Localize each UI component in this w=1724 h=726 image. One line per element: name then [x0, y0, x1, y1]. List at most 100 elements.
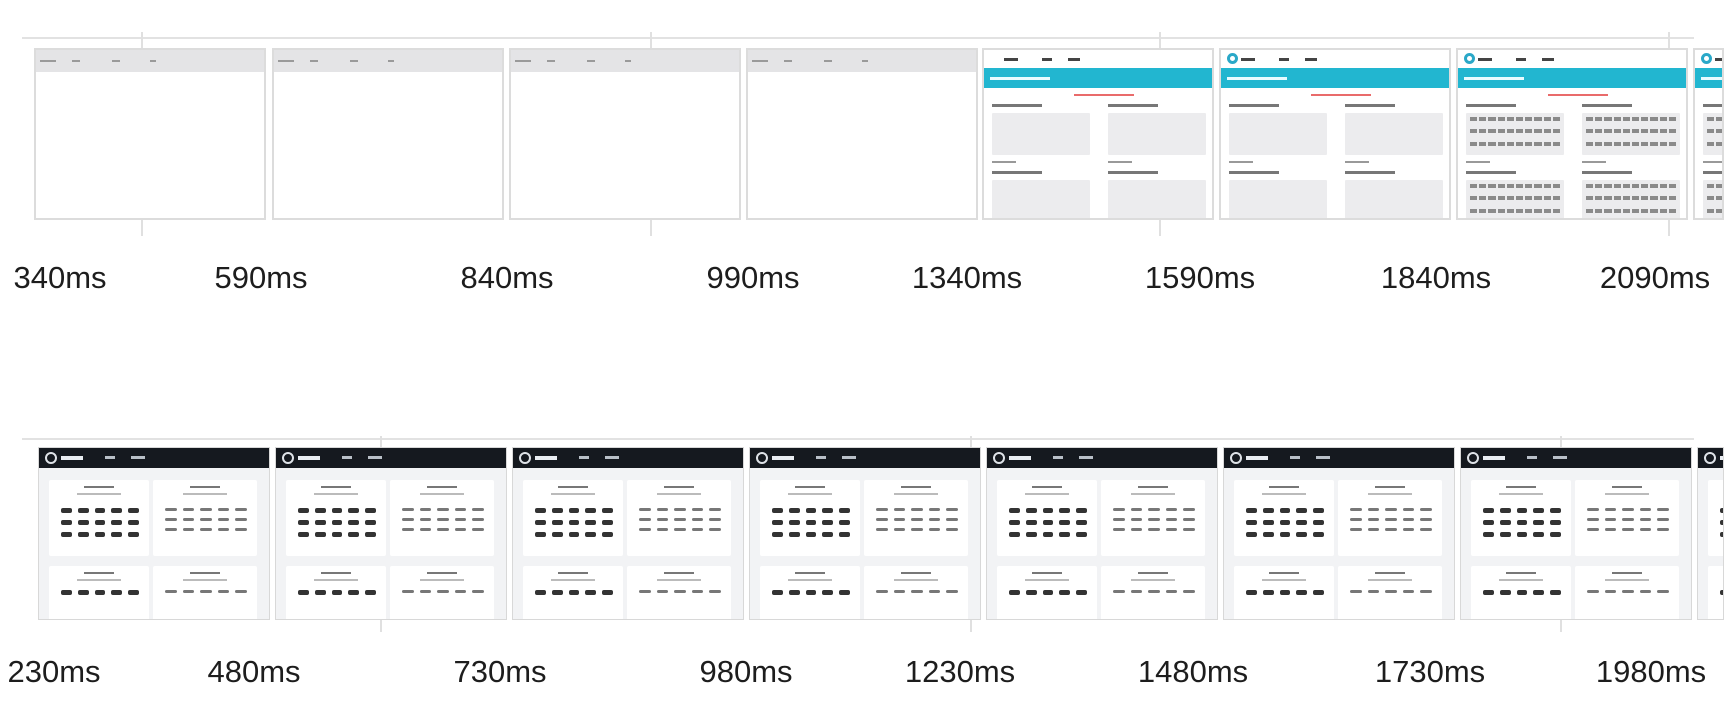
icon-card [390, 480, 494, 556]
glyph-icon [568, 508, 580, 513]
glyph-icon [1641, 141, 1649, 146]
filmstrip-frame[interactable] [1223, 447, 1455, 620]
glyph-icon [1604, 184, 1612, 188]
glyph-icon [788, 590, 800, 595]
glyph-icon [1622, 184, 1630, 188]
icon-card [523, 566, 623, 619]
filmstrip-frame[interactable] [509, 48, 741, 220]
glyph-icon [1165, 528, 1178, 531]
card-subtitle [1025, 493, 1069, 495]
page-banner [1695, 68, 1722, 88]
glyph-icon [656, 528, 669, 531]
glyph-icon [1613, 208, 1621, 213]
page-body [39, 468, 269, 619]
glyph-icon [1650, 208, 1658, 213]
glyph-icon [1042, 520, 1054, 525]
glyph-icon [1279, 508, 1291, 513]
icon-set [402, 590, 484, 593]
icon-panel [992, 180, 1090, 218]
icon-set [1350, 508, 1432, 531]
glyph-icon [691, 518, 704, 521]
glyph-icon [535, 590, 546, 595]
filmstrip-frame[interactable] [986, 447, 1218, 620]
glyph-icon [61, 520, 72, 525]
glyph-icon [1470, 184, 1478, 188]
filmstrip-frame[interactable] [1693, 48, 1724, 220]
filmstrip-frame[interactable] [38, 447, 270, 620]
filmstrip-frame[interactable] [34, 48, 266, 220]
glyph-icon [61, 508, 72, 513]
glyph-icon [639, 508, 651, 511]
filmstrip-frame[interactable] [272, 48, 504, 220]
glyph-icon [200, 518, 212, 521]
filmstrip-frame[interactable] [746, 48, 978, 220]
glyph-icon [111, 520, 123, 525]
filmstrip-frame[interactable] [1219, 48, 1451, 220]
address-bar-text [40, 60, 56, 62]
card-subtitle [657, 579, 701, 581]
glyph-icon [1552, 184, 1560, 188]
filmstrip-frame[interactable] [275, 447, 507, 620]
glyph-icon [1076, 590, 1087, 595]
glyph-icon [1479, 117, 1487, 121]
filmstrip-frame[interactable] [512, 447, 744, 620]
nav-link [368, 456, 382, 459]
icon-card [627, 480, 731, 556]
glyph-icon [348, 508, 360, 513]
filmstrip-frame[interactable] [982, 48, 1214, 220]
card-subtitle [894, 493, 938, 495]
glyph-icon [822, 508, 834, 513]
glyph-icon [709, 528, 721, 531]
address-bar-text [784, 60, 792, 62]
glyph-icon [1246, 590, 1257, 595]
page-header [1224, 448, 1454, 468]
logo-icon [1230, 452, 1242, 464]
glyph-icon [1506, 117, 1514, 121]
glyph-icon [1622, 528, 1634, 531]
banner-title [1227, 77, 1287, 80]
icon-set [1113, 590, 1195, 593]
glyph-icon [128, 532, 139, 537]
glyph-icon [1586, 129, 1594, 134]
frame-timestamp: 1730ms [1374, 654, 1486, 689]
bottom-filmstrip: 230ms 480ms 730ms 980ms 1230ms 1480ms 1730ms 19… [0, 400, 1724, 726]
glyph-icon [454, 528, 467, 531]
glyph-icon [1516, 520, 1528, 525]
card-subtitle [77, 493, 121, 495]
glyph-icon [709, 590, 721, 593]
logo-icon [519, 452, 531, 464]
glyph-icon [235, 590, 247, 593]
brand-name [298, 456, 320, 460]
brand-name [1246, 456, 1268, 460]
card-subtitle [1131, 579, 1175, 581]
glyph-icon [1385, 508, 1397, 511]
timeline-rule [22, 438, 1694, 440]
filmstrip-frame[interactable] [1697, 447, 1724, 620]
filmstrip-frame[interactable] [1460, 447, 1692, 620]
icon-set [1246, 508, 1324, 537]
filmstrip-frame[interactable] [749, 447, 981, 620]
card-title [558, 572, 588, 574]
glyph-icon [1059, 520, 1071, 525]
glyph-icon [1604, 141, 1612, 146]
glyph-icon [1595, 196, 1603, 201]
glyph-icon [535, 532, 546, 537]
glyph-icon [822, 532, 834, 537]
glyph-icon [1130, 508, 1143, 511]
glyph-icon [314, 590, 326, 595]
glyph-icon [1534, 208, 1542, 213]
glyph-icon [1525, 196, 1533, 201]
glyph-icon [1659, 184, 1667, 188]
section-label [1582, 104, 1632, 107]
address-bar-text [862, 60, 868, 62]
glyph-icon [1622, 208, 1630, 213]
frame-timestamp: 2090ms [1599, 260, 1711, 295]
glyph-icon [1420, 508, 1432, 511]
address-bar-text [388, 60, 394, 62]
glyph-icon [472, 508, 484, 511]
glyph-icon [200, 528, 212, 531]
glyph-icon [314, 508, 326, 513]
icon-set [1707, 117, 1722, 151]
glyph-icon [94, 532, 106, 537]
filmstrip-frame[interactable] [1456, 48, 1688, 220]
